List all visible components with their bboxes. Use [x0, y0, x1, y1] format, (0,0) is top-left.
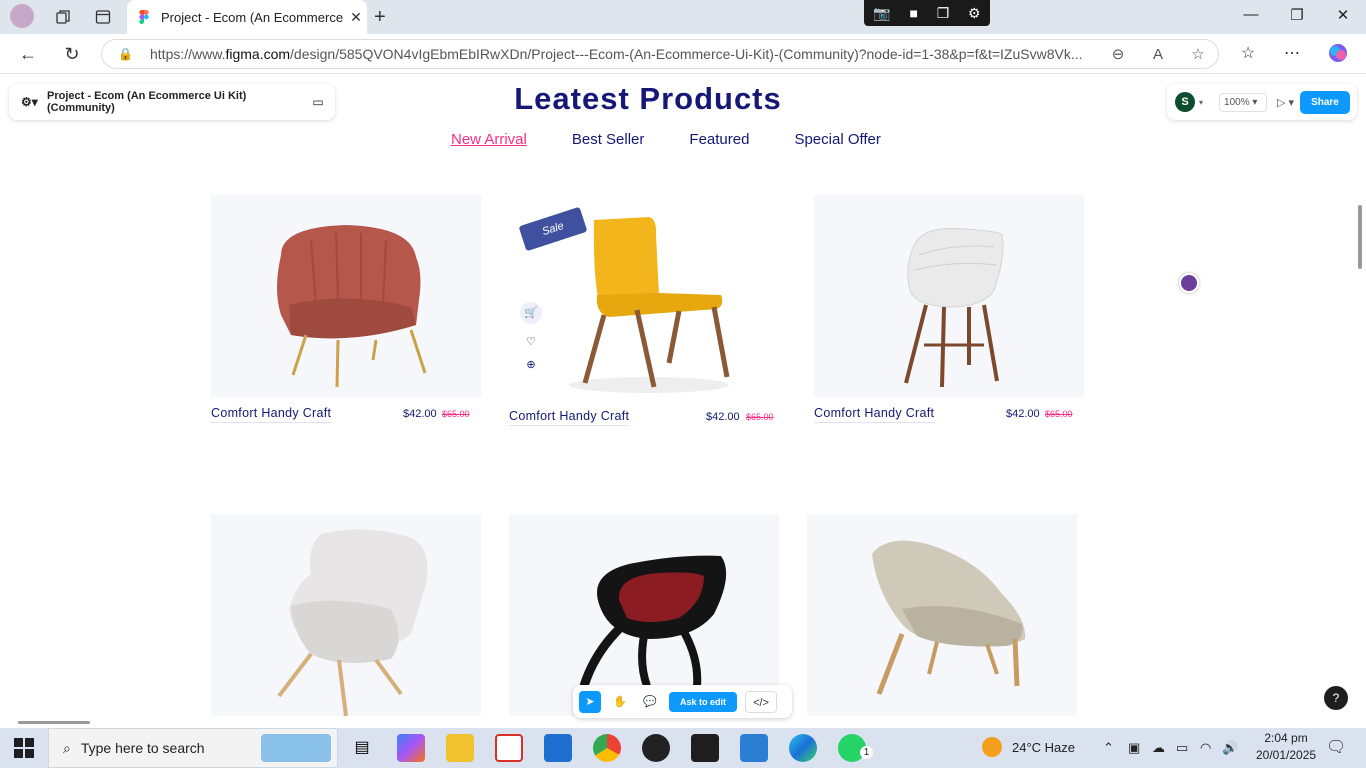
zoom-in-icon[interactable]: ⊕: [520, 354, 542, 376]
chevron-down-icon[interactable]: ▾: [1199, 98, 1203, 107]
close-window-icon[interactable]: ✕: [1320, 6, 1366, 24]
url-bar[interactable]: 🔒 https://www.figma.com/design/585QVON4v…: [101, 39, 1219, 69]
meet-now-icon[interactable]: ▣: [1128, 740, 1140, 756]
file-explorer-icon[interactable]: [446, 734, 474, 762]
notifications-icon[interactable]: 🗨: [1326, 737, 1346, 757]
video-icon[interactable]: ■: [910, 5, 918, 21]
vertical-tabs-icon[interactable]: [92, 6, 114, 28]
wifi-icon[interactable]: ◠: [1200, 740, 1211, 756]
filter-tab-featured[interactable]: Featured: [689, 131, 749, 148]
zoom-out-icon[interactable]: ⊖: [1098, 45, 1138, 63]
terminal-icon[interactable]: [691, 734, 719, 762]
screen-recorder-toolbar: 📷 ■ ❐ ⚙: [864, 0, 990, 26]
site-info-icon[interactable]: 🔒: [118, 47, 138, 61]
figma-bottom-toolbar: ➤ ✋ 💬 Ask to edit </>: [573, 685, 792, 718]
address-toolbar: ← ↻ 🔒 https://www.figma.com/design/585QV…: [0, 34, 1366, 74]
toggle-sidebar-icon[interactable]: ▭: [301, 95, 335, 109]
product-image-pink-armchair[interactable]: [211, 195, 481, 397]
figma-share-panel: S ▾ 100% ▾ ▷ ▾ Share: [1167, 84, 1357, 120]
copilot-app-icon[interactable]: [397, 734, 425, 762]
battery-icon[interactable]: ▭: [1176, 740, 1188, 756]
add-to-cart-icon[interactable]: 🛒: [520, 302, 542, 324]
tab-title: Project - Ecom (An Ecommerce Ui: [161, 9, 345, 25]
figma-file-panel: ⚙▾ Project - Ecom (An Ecommerce Ui Kit) …: [9, 84, 335, 120]
more-menu-icon[interactable]: ⋯: [1280, 42, 1304, 66]
new-tab-icon[interactable]: +: [374, 6, 386, 28]
onedrive-icon[interactable]: ☁: [1152, 740, 1165, 756]
system-clock[interactable]: 2:04 pm 20/01/2025: [1256, 730, 1316, 764]
product-image-white-chair[interactable]: [814, 195, 1084, 397]
product-name[interactable]: Comfort Handy Craft: [814, 406, 935, 423]
whatsapp-badge: 1: [860, 746, 873, 759]
zoom-level-select[interactable]: 100% ▾: [1219, 92, 1268, 112]
windows-start-icon[interactable]: [14, 738, 34, 758]
windows-taskbar: ⌕ Type here to search ▤ 1 24°C Haze ⌃ ▣ …: [0, 728, 1366, 768]
figma-favicon-icon: [137, 10, 151, 24]
figma-main-menu-icon[interactable]: ⚙▾: [21, 95, 47, 109]
favorite-star-icon[interactable]: ☆: [1178, 45, 1218, 63]
dev-mode-code-icon[interactable]: </>: [745, 690, 778, 713]
minimize-icon[interactable]: —: [1228, 6, 1274, 23]
vscode-icon[interactable]: [740, 734, 768, 762]
settings-gear-icon[interactable]: ⚙: [968, 5, 981, 22]
hand-tool-icon[interactable]: ✋: [609, 691, 631, 713]
restore-icon[interactable]: ❐: [1274, 6, 1320, 24]
collaborator-avatar[interactable]: [1179, 273, 1199, 293]
tab-close-icon[interactable]: ✕: [345, 9, 367, 26]
active-tab[interactable]: Project - Ecom (An Ecommerce Ui ✕: [127, 0, 367, 34]
microsoft-store-icon[interactable]: [544, 734, 572, 762]
window-icon[interactable]: ❐: [937, 5, 950, 22]
filter-tab-best-seller[interactable]: Best Seller: [572, 131, 645, 148]
filter-tab-new-arrival[interactable]: New Arrival: [451, 131, 527, 148]
ask-to-edit-button[interactable]: Ask to edit: [669, 691, 738, 712]
product-name[interactable]: Comfort Handy Craft: [211, 406, 332, 423]
url-text: https://www.figma.com/design/585QVON4vIg…: [150, 46, 1083, 62]
volume-icon[interactable]: 🔊: [1222, 740, 1238, 756]
product-price: $42.00: [403, 408, 437, 420]
present-play-icon[interactable]: ▷ ▾: [1277, 96, 1294, 109]
taskbar-search-box[interactable]: ⌕ Type here to search: [48, 728, 338, 768]
product-image-grey-wingback-chair[interactable]: [211, 514, 481, 716]
back-arrow-icon[interactable]: ←: [16, 42, 40, 66]
copilot-icon[interactable]: [1326, 42, 1350, 66]
product-old-price: $65.00: [746, 412, 774, 422]
share-button[interactable]: Share: [1300, 90, 1350, 114]
chrome-icon[interactable]: [593, 734, 621, 762]
favorites-icon[interactable]: ☆: [1236, 42, 1260, 66]
project-title[interactable]: Project - Ecom (An Ecommerce Ui Kit) (Co…: [47, 90, 301, 114]
weather-icon[interactable]: [982, 737, 1002, 757]
search-highlight-image: [261, 734, 331, 762]
horizontal-scrollbar[interactable]: [18, 721, 90, 724]
product-image-beige-lounge-chair[interactable]: [807, 514, 1077, 716]
filter-tab-special-offer[interactable]: Special Offer: [794, 131, 880, 148]
product-old-price: $65.00: [1045, 409, 1073, 419]
profile-avatar-icon[interactable]: [10, 4, 34, 28]
read-aloud-icon[interactable]: A: [1138, 46, 1178, 63]
product-name[interactable]: Comfort Handy Craft: [509, 409, 630, 426]
chatgpt-icon[interactable]: [642, 734, 670, 762]
search-icon: ⌕: [63, 739, 71, 756]
vertical-scrollbar[interactable]: [1358, 205, 1362, 269]
refresh-icon[interactable]: ↻: [60, 42, 84, 66]
help-button[interactable]: ?: [1324, 686, 1348, 710]
product-price: $42.00: [1006, 408, 1040, 420]
chevron-up-icon[interactable]: ⌃: [1103, 740, 1114, 756]
product-price: $42.00: [706, 411, 740, 423]
weather-text[interactable]: 24°C Haze: [1012, 740, 1075, 755]
edge-icon[interactable]: [789, 734, 817, 762]
comment-icon[interactable]: 💬: [639, 691, 661, 713]
product-filter-tabs: New Arrival Best Seller Featured Special…: [451, 131, 881, 148]
wishlist-heart-icon[interactable]: ♡: [520, 331, 542, 353]
gmail-icon[interactable]: [495, 734, 523, 762]
camera-icon[interactable]: 📷: [873, 5, 890, 22]
task-view-icon[interactable]: ▤: [348, 734, 376, 762]
browser-title-bar: Project - Ecom (An Ecommerce Ui ✕ + 📷 ■ …: [0, 0, 1366, 34]
product-old-price: $65.00: [442, 409, 470, 419]
workspaces-icon[interactable]: [52, 6, 74, 28]
user-avatar[interactable]: S: [1175, 92, 1195, 112]
move-cursor-icon[interactable]: ➤: [579, 690, 601, 713]
